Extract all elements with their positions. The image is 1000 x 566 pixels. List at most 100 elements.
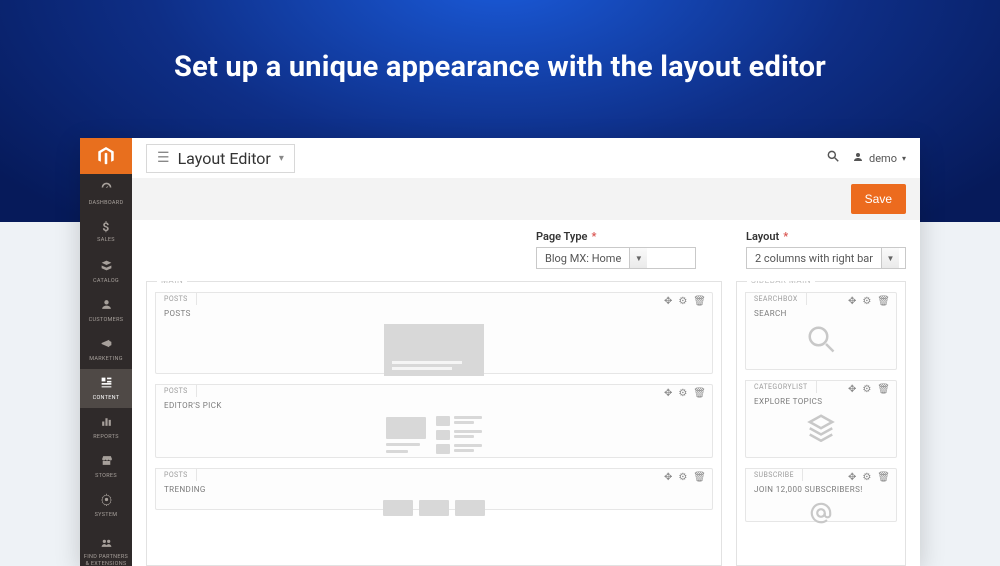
marketing-icon [100, 337, 113, 354]
block-posts[interactable]: POSTS ✥ ⚙ 🗑 POSTS [155, 292, 713, 374]
block-type-label: SUBSCRIBE [745, 468, 803, 481]
move-icon[interactable]: ✥ [664, 296, 672, 307]
sidebar-item-label: STORES [95, 473, 117, 479]
trash-icon[interactable]: 🗑 [877, 296, 890, 307]
layout-builder: MAIN POSTS ✥ ⚙ 🗑 POSTS POSTS [132, 281, 920, 566]
move-icon[interactable]: ✥ [664, 472, 672, 483]
user-icon [852, 151, 864, 166]
block-title: SEARCH [754, 309, 787, 318]
block-tools: ✥ ⚙ 🗑 [848, 296, 890, 307]
chevron-down-icon: ▾ [279, 153, 284, 164]
sidebar-item-label: CONTENT [93, 395, 120, 401]
sidebar-item-stores[interactable]: STORES [80, 447, 132, 486]
sidebar-item-customers[interactable]: CUSTOMERS [80, 291, 132, 330]
zone-title-main: MAIN [157, 281, 187, 285]
control-layout: Layout* 2 columns with right bar ▼ [746, 230, 906, 269]
layout-label: Layout* [746, 230, 906, 243]
chevron-down-icon[interactable]: ▼ [629, 248, 647, 268]
sidebar-item-sales[interactable]: $ SALES [80, 213, 132, 252]
sidebar-item-content[interactable]: CONTENT [80, 369, 132, 408]
sidebar-item-dashboard[interactable]: DASHBOARD [80, 174, 132, 213]
partners-icon [100, 522, 113, 553]
reports-icon [100, 415, 113, 432]
gear-icon[interactable]: ⚙ [862, 296, 871, 307]
search-icon [806, 324, 836, 361]
gear-icon[interactable]: ⚙ [678, 472, 687, 483]
sidebar-item-label: DASHBOARD [89, 200, 124, 206]
block-tools: ✥ ⚙ 🗑 [664, 388, 706, 399]
trash-icon[interactable]: 🗑 [693, 296, 706, 307]
sidebar-item-system[interactable]: SYSTEM [80, 486, 132, 525]
sidebar-item-partners[interactable]: FIND PARTNERS & EXTENSIONS [80, 525, 132, 564]
layers-icon [806, 412, 836, 449]
sidebar-item-reports[interactable]: REPORTS [80, 408, 132, 447]
save-button[interactable]: Save [851, 184, 906, 214]
layout-select[interactable]: 2 columns with right bar ▼ [746, 247, 906, 269]
block-type-label: POSTS [155, 468, 197, 481]
chevron-down-icon: ▾ [902, 154, 906, 163]
search-icon[interactable] [826, 149, 840, 167]
layout-controls: Page Type* Blog MX: Home ▼ Layout* 2 col… [132, 220, 920, 281]
hero-title: Set up a unique appearance with the layo… [0, 50, 1000, 84]
admin-sidebar: DASHBOARD $ SALES CATALOG CUSTOMERS MARK… [80, 138, 132, 566]
zone-main: MAIN POSTS ✥ ⚙ 🗑 POSTS POSTS [146, 281, 722, 566]
gear-icon[interactable]: ⚙ [678, 296, 687, 307]
chevron-down-icon[interactable]: ▼ [881, 248, 899, 268]
move-icon[interactable]: ✥ [848, 384, 856, 395]
trash-icon[interactable]: 🗑 [877, 472, 890, 483]
block-searchbox[interactable]: SEARCHBOX ✥ ⚙ 🗑 SEARCH [745, 292, 897, 370]
block-trending[interactable]: POSTS ✥ ⚙ 🗑 TRENDING [155, 468, 713, 510]
gear-icon[interactable]: ⚙ [862, 384, 871, 395]
sidebar-item-label: REPORTS [93, 434, 119, 440]
sidebar-item-catalog[interactable]: CATALOG [80, 252, 132, 291]
stores-icon [100, 454, 113, 471]
at-sign-icon [808, 500, 834, 532]
block-type-label: CATEGORYLIST [745, 380, 817, 393]
magento-logo-icon [98, 147, 114, 165]
magento-logo[interactable] [80, 138, 132, 174]
gear-icon[interactable]: ⚙ [678, 388, 687, 399]
page-type-value: Blog MX: Home [537, 248, 629, 268]
dashboard-icon [100, 181, 113, 198]
block-type-label: SEARCHBOX [745, 292, 807, 305]
page-switcher[interactable]: ☰ Layout Editor ▾ [146, 144, 295, 173]
sidebar-item-label: SALES [97, 237, 115, 243]
page-switcher-label: Layout Editor [178, 149, 271, 168]
sidebar-item-label: MARKETING [89, 356, 123, 362]
block-subscribe[interactable]: SUBSCRIBE ✥ ⚙ 🗑 JOIN 12,000 SUBSCRIBERS! [745, 468, 897, 522]
zone-title-sidebar: SIDEBAR MAIN [747, 281, 815, 285]
block-editors-pick[interactable]: POSTS ✥ ⚙ 🗑 EDITOR'S PICK [155, 384, 713, 458]
main-column: ☰ Layout Editor ▾ demo ▾ Save Page [132, 138, 920, 566]
block-title: POSTS [164, 309, 704, 318]
block-tools: ✥ ⚙ 🗑 [664, 296, 706, 307]
block-tools: ✥ ⚙ 🗑 [664, 472, 706, 483]
sidebar-item-marketing[interactable]: MARKETING [80, 330, 132, 369]
gear-icon[interactable]: ⚙ [862, 472, 871, 483]
block-categorylist[interactable]: CATEGORYLIST ✥ ⚙ 🗑 EXPLORE TOPICS [745, 380, 897, 458]
content-icon [100, 376, 113, 393]
dollar-icon: $ [102, 221, 109, 235]
control-page-type: Page Type* Blog MX: Home ▼ [536, 230, 696, 269]
block-type-label: POSTS [155, 384, 197, 397]
trash-icon[interactable]: 🗑 [693, 388, 706, 399]
move-icon[interactable]: ✥ [664, 388, 672, 399]
block-preview [164, 500, 704, 516]
action-bar: Save [132, 178, 920, 220]
sidebar-item-label: CATALOG [93, 278, 119, 284]
block-preview [164, 324, 704, 376]
user-name: demo [869, 152, 897, 165]
move-icon[interactable]: ✥ [848, 296, 856, 307]
block-title: EDITOR'S PICK [164, 401, 704, 410]
move-icon[interactable]: ✥ [848, 472, 856, 483]
user-menu[interactable]: demo ▾ [852, 151, 906, 166]
trash-icon[interactable]: 🗑 [877, 384, 890, 395]
customers-icon [100, 298, 113, 315]
block-tools: ✥ ⚙ 🗑 [848, 384, 890, 395]
block-preview [164, 416, 704, 454]
layout-value: 2 columns with right bar [747, 248, 881, 268]
page-type-select[interactable]: Blog MX: Home ▼ [536, 247, 696, 269]
block-title: EXPLORE TOPICS [754, 397, 822, 406]
page-type-label: Page Type* [536, 230, 696, 243]
trash-icon[interactable]: 🗑 [693, 472, 706, 483]
system-icon [100, 493, 113, 510]
